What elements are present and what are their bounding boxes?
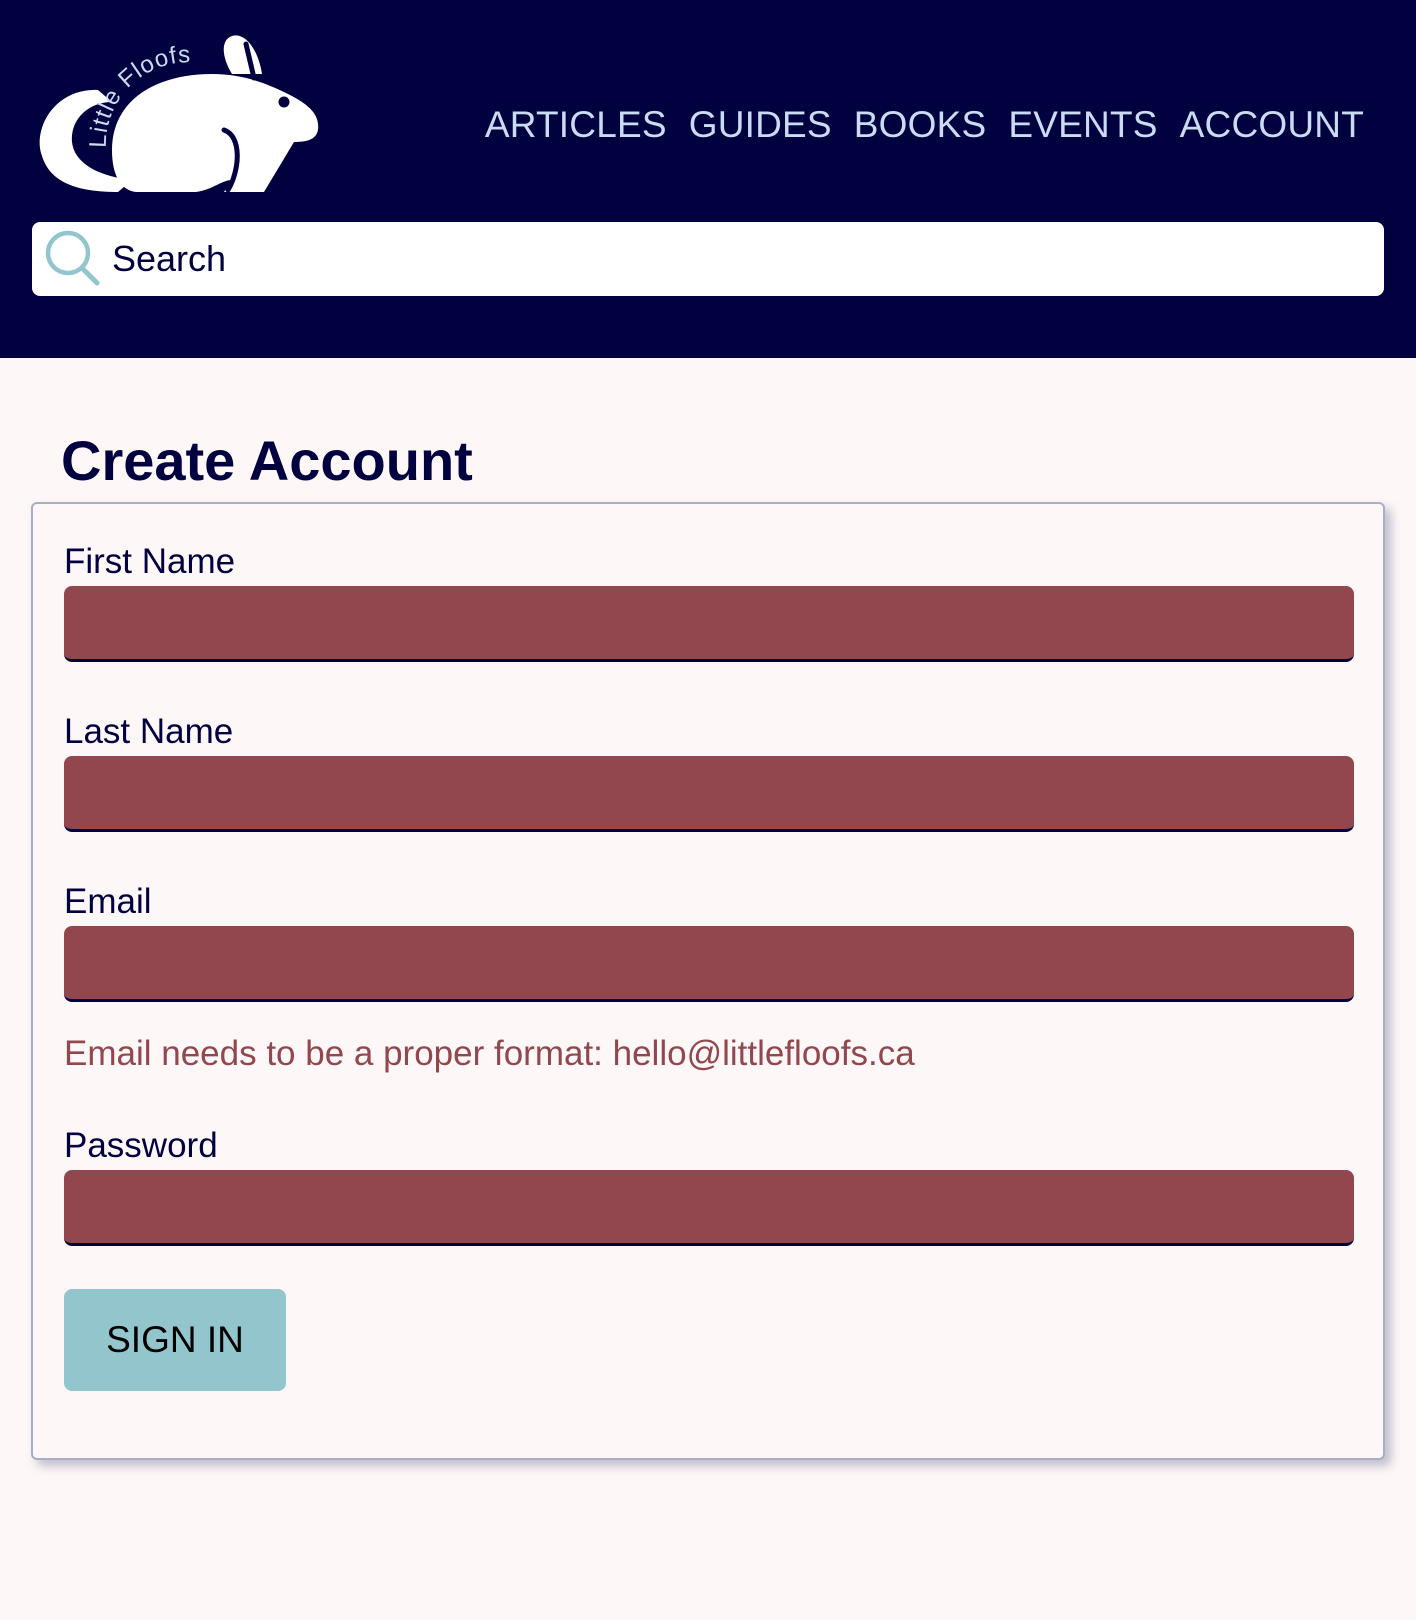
nav-books[interactable]: BOOKS xyxy=(854,104,987,146)
site-header: Little Floofs ARTICLES GUIDES BOOKS EVEN… xyxy=(0,0,1416,358)
email-field[interactable] xyxy=(64,926,1354,1002)
site-logo[interactable]: Little Floofs xyxy=(36,30,336,206)
bunny-logo-icon: Little Floofs xyxy=(39,35,319,193)
nav-guides[interactable]: GUIDES xyxy=(689,104,832,146)
last-name-field[interactable] xyxy=(64,756,1354,832)
last-name-label: Last Name xyxy=(64,712,234,751)
create-account-form: First Name Last Name Email Email needs t… xyxy=(31,502,1385,1460)
first-name-label: First Name xyxy=(64,542,236,581)
nav-account[interactable]: ACCOUNT xyxy=(1180,104,1364,146)
search-input[interactable] xyxy=(112,238,1312,280)
search-bar xyxy=(32,222,1384,296)
password-label: Password xyxy=(64,1126,218,1165)
first-name-field[interactable] xyxy=(64,586,1354,662)
page-title: Create Account xyxy=(61,429,473,492)
email-error-message: Email needs to be a proper format: hello… xyxy=(64,1034,915,1073)
nav-events[interactable]: EVENTS xyxy=(1008,104,1157,146)
email-label: Email xyxy=(64,882,152,921)
sign-in-button[interactable]: SIGN IN xyxy=(64,1289,286,1391)
nav-articles[interactable]: ARTICLES xyxy=(485,104,667,146)
search-icon[interactable] xyxy=(42,228,104,290)
main-nav: ARTICLES GUIDES BOOKS EVENTS ACCOUNT xyxy=(485,104,1364,146)
password-field[interactable] xyxy=(64,1170,1354,1246)
